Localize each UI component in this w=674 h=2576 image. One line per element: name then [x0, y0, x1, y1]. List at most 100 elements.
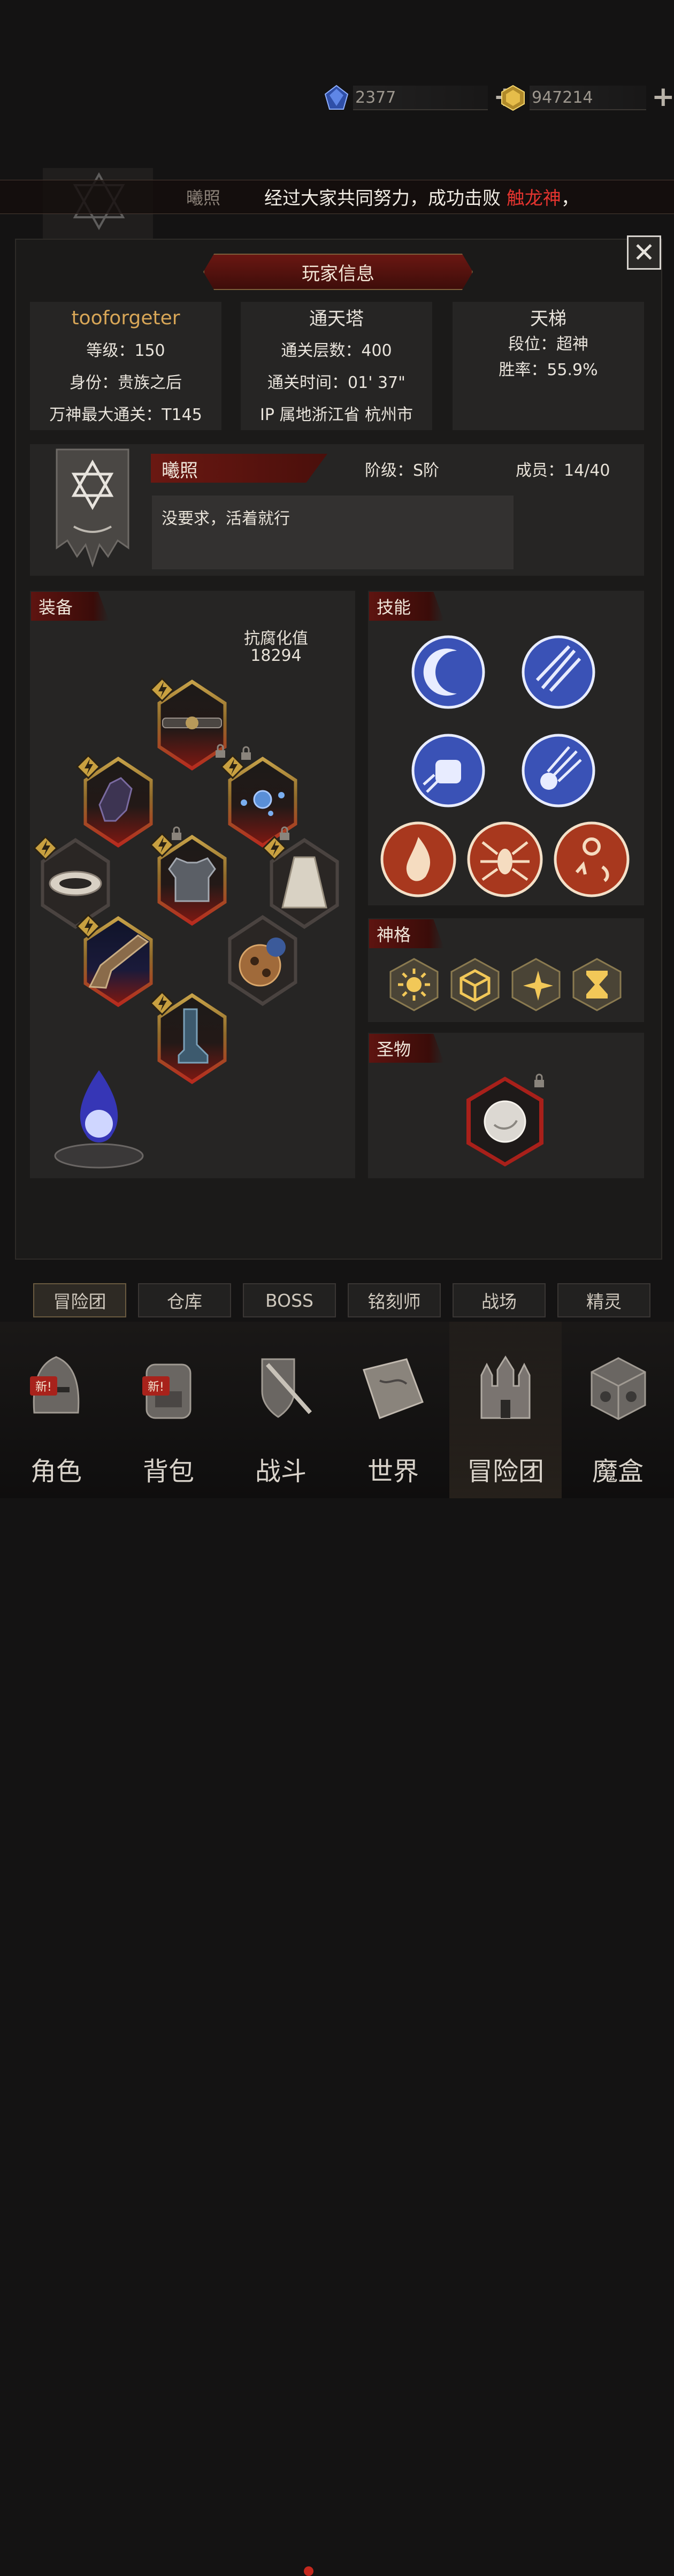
nav-character[interactable]: 新! 角色 [0, 1322, 112, 1498]
skills-header: 技能 [369, 592, 444, 621]
nav-world[interactable]: 世界 [337, 1322, 449, 1498]
lightning-badge-icon [150, 677, 174, 702]
divinity-header: 神格 [369, 919, 444, 948]
resource-blue-gem: 2377 + [323, 81, 517, 115]
ladder-winrate: 胜率：55.9% [499, 361, 598, 379]
new-badge: 新! [30, 1376, 57, 1396]
ladder-title: 天梯 [530, 308, 566, 330]
lightning-badge-icon [76, 914, 101, 939]
new-badge: 新! [142, 1376, 170, 1396]
lock-icon [241, 746, 251, 760]
blue-gem-icon [324, 85, 349, 110]
nav-label: 背包 [142, 1457, 194, 1487]
divinity-sun-icon[interactable] [388, 958, 440, 1011]
relic-header: 圣物 [369, 1034, 444, 1063]
guild-motto: 没要求，活着就行 [162, 509, 290, 528]
lightning-badge-icon [33, 836, 58, 860]
lock-icon [280, 826, 289, 840]
marquee-guild-name: 曦照 [186, 188, 221, 208]
announcement-marquee: 曦照 经过大家共同努力，成功击败 触龙神， [0, 180, 674, 214]
player-max-clear: 万神最大通关：T145 [49, 406, 202, 424]
equip-slot-orb[interactable] [223, 915, 303, 1006]
nav-label: 世界 [367, 1457, 419, 1487]
player-name: tooforgeter [71, 307, 180, 329]
nav-label: 角色 [30, 1457, 82, 1487]
skill-spider-icon[interactable] [466, 821, 543, 898]
ladder-card: 天梯 段位：超神 胜率：55.9% [453, 302, 644, 430]
spirit-pet-icon[interactable] [48, 1054, 150, 1172]
dialog-title: 玩家信息 [203, 254, 473, 290]
magic-cube-icon [591, 1357, 646, 1420]
equip-slot-gloves[interactable] [76, 754, 158, 848]
skill-crescent-icon[interactable] [411, 635, 486, 710]
orb-icon [239, 938, 286, 987]
resource-gold-gem: 947214 + [500, 81, 674, 115]
equip-slot-bracer[interactable] [33, 836, 116, 929]
guild-grade: 阶级：S阶 [365, 461, 440, 480]
equipment-header: 装备 [31, 592, 109, 621]
blue-gem-count: 2377 [353, 86, 488, 110]
skill-fist-icon[interactable] [411, 733, 486, 808]
bracer-icon [49, 871, 102, 896]
castle-icon [480, 1355, 531, 1419]
ladder-rank: 段位：超神 [508, 335, 588, 354]
nav-label: 冒险团 [466, 1457, 544, 1487]
nav-magic-box[interactable]: 魔盒 [562, 1322, 674, 1498]
boots-icon [178, 1008, 209, 1064]
skill-flame-icon[interactable] [380, 821, 457, 898]
skill-elements-icon[interactable] [553, 821, 630, 898]
player-card: tooforgeter 等级：150 身份：贵族之后 万神最大通关：T145 [30, 302, 221, 430]
lock-icon [534, 1073, 544, 1087]
guild-name: 曦照 [162, 460, 198, 482]
ip-location: IP 属地浙江省 杭州市 [259, 406, 413, 424]
tab-engraver[interactable]: 铭刻师 [348, 1283, 441, 1317]
gold-gem-icon [501, 85, 525, 111]
equip-slot-armor[interactable] [150, 833, 232, 926]
lightning-badge-icon [150, 991, 174, 1016]
marquee-boss-name: 触龙神 [506, 188, 561, 209]
nav-label: 魔盒 [592, 1457, 644, 1487]
tab-battlefield[interactable]: 战场 [453, 1283, 546, 1317]
nav-label: 战斗 [255, 1457, 307, 1487]
guild-members: 成员：14/40 [516, 461, 610, 480]
necklace-icon [241, 790, 285, 816]
lock-icon [216, 744, 225, 758]
cloak-icon [281, 856, 327, 909]
player-identity: 身份：贵族之后 [70, 374, 182, 392]
skill-meteor-icon[interactable] [521, 733, 596, 808]
equip-slot-boots[interactable] [150, 991, 232, 1084]
nav-backpack[interactable]: 新! 背包 [112, 1322, 225, 1498]
divinity-sparkle-icon[interactable] [510, 958, 562, 1011]
tab-warehouse[interactable]: 仓库 [138, 1283, 231, 1317]
tower-time: 通关时间：01' 37" [267, 374, 405, 392]
tower-title: 通天塔 [309, 308, 364, 330]
close-icon: ✕ [633, 237, 655, 268]
armor-icon [168, 857, 216, 902]
bottom-nav: 新! 角色 新! 背包 战斗 世界 冒险团 魔盒 [0, 1322, 674, 1498]
nav-adventure-group[interactable]: 冒险团 [449, 1322, 562, 1498]
divinity-cube-icon[interactable] [449, 958, 501, 1011]
skill-beam-icon[interactable] [521, 635, 596, 710]
marquee-message: 经过大家共同努力，成功击败 触龙神， [264, 188, 579, 209]
gauntlet-icon [98, 777, 133, 822]
add-gold-gem-button[interactable]: + [652, 83, 674, 111]
tab-adventure-group[interactable]: 冒险团 [33, 1283, 126, 1317]
equip-slot-pistol[interactable] [76, 914, 158, 1007]
close-button[interactable]: ✕ [627, 235, 661, 270]
map-scroll-icon [363, 1358, 424, 1419]
tower-card: 通天塔 通关层数：400 通关时间：01' 37" IP 属地浙江省 杭州市 [241, 302, 432, 430]
player-level: 等级：150 [86, 341, 165, 360]
gold-gem-count: 947214 [530, 86, 646, 110]
corruption-resist-value: 18294 [250, 646, 302, 665]
relic-pearl-icon[interactable] [464, 1076, 546, 1168]
boss-notification-dot [304, 2566, 313, 2576]
corruption-resist-label: 抗腐化值 [244, 629, 308, 648]
lightning-badge-icon [76, 754, 101, 779]
nav-battle[interactable]: 战斗 [225, 1322, 337, 1498]
sword-shield-icon [261, 1358, 312, 1418]
belt-icon [162, 717, 222, 729]
tab-spirit[interactable]: 精灵 [557, 1283, 650, 1317]
tab-boss[interactable]: BOSS [243, 1283, 336, 1317]
divinity-hourglass-icon[interactable] [571, 958, 623, 1011]
sub-tabs: 冒险团 仓库 BOSS 铭刻师 战场 精灵 [0, 1283, 674, 2576]
